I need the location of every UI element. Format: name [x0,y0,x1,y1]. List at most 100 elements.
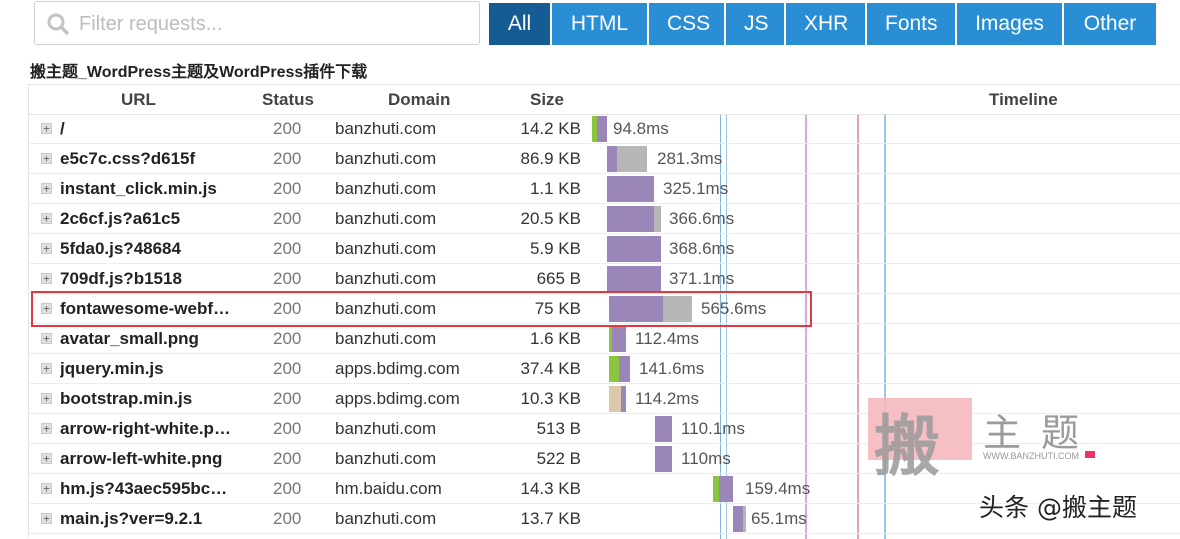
request-size: 1.1 KB [529,179,581,198]
request-domain: banzhuti.com [335,329,437,348]
timeline-bar-recv [607,236,661,262]
timeline-bar-recv [607,266,661,292]
request-row[interactable]: + instant_click.min.js 200 banzhuti.com 1.1 … [29,174,1180,204]
request-size: 86.9 KB [520,149,582,168]
request-duration: 110.1ms [681,419,745,438]
request-size: 14.3 KB [520,479,582,498]
request-status: 200 [273,239,302,258]
expand-plus-icon[interactable]: + [41,183,52,194]
request-row[interactable]: + e5c7c.css?d615f 200 banzhuti.com 86.9 KB 28… [29,144,1180,174]
expand-plus-icon[interactable]: + [41,483,52,494]
column-header-domain[interactable]: Domain [388,90,450,110]
request-duration: 325.1ms [663,179,729,198]
request-status: 200 [273,269,302,288]
request-status: 200 [273,209,302,228]
tab-fonts[interactable]: Fonts [867,3,955,45]
request-size: 10.3 KB [520,389,582,408]
request-domain: apps.bdimg.com [335,359,460,378]
expand-plus-icon[interactable]: + [41,243,52,254]
request-duration: 114.2ms [635,389,699,408]
request-domain: banzhuti.com [335,209,437,228]
tab-all[interactable]: All [489,3,550,45]
request-row[interactable]: +5fda0.js?48684 200 banzhuti.com 5.9 KB 368.… [29,234,1180,264]
timeline-bar-recv [719,476,733,502]
request-status: 200 [273,509,302,528]
request-row[interactable]: + / 200 banzhuti.com 14.2 KB 94.8ms [29,114,1180,144]
request-domain: banzhuti.com [335,179,437,198]
tab-xhr[interactable]: XHR [786,3,865,45]
expand-plus-icon[interactable]: + [41,453,52,464]
request-url: instant_click.min.js [60,179,217,198]
request-domain: apps.bdimg.com [335,389,460,408]
column-header-size[interactable]: Size [530,90,564,110]
expand-plus-icon[interactable]: + [41,423,52,434]
request-duration: 159.4ms [745,479,811,498]
request-status: 200 [273,449,302,468]
request-duration: 65.1ms [751,509,807,528]
request-duration: 366.6ms [669,209,735,228]
request-size: 522 B [536,449,581,468]
timeline-bar-recv [655,446,672,472]
request-domain: banzhuti.com [335,419,437,438]
timeline-bar-recv [655,416,672,442]
request-status: 200 [273,389,302,408]
watermark-text: 主题 [983,411,1100,455]
watermark-dot [1085,451,1095,458]
tab-images[interactable]: Images [957,3,1062,45]
request-status: 200 [273,149,302,168]
timeline-bar-wait [743,506,746,532]
request-domain: banzhuti.com [335,239,437,258]
request-duration: 141.6ms [639,359,705,378]
request-url: jquery.min.js [60,359,164,378]
tab-other[interactable]: Other [1064,3,1156,45]
column-header-timeline[interactable]: Timeline [989,90,1058,110]
timeline-bar-tan [609,386,621,412]
timeline-bar-recv [621,386,626,412]
timeline-bar-wait [654,206,661,232]
request-url: 2c6cf.js?a61c5 [60,209,181,228]
request-duration: 112.4ms [635,329,699,348]
request-row[interactable]: +709df.js?b1518 200 banzhuti.com 665 B 371.1… [29,264,1180,294]
expand-plus-icon[interactable]: + [41,513,52,524]
request-url: avatar_small.png [60,329,199,348]
expand-plus-icon[interactable]: + [41,333,52,344]
timeline-bar-wait [617,146,647,172]
timeline-bar-recv [607,206,654,232]
expand-plus-icon[interactable]: + [41,273,52,284]
timeline-bar-recv [607,146,617,172]
request-duration: 281.3ms [657,149,723,168]
request-domain: banzhuti.com [335,509,437,528]
expand-plus-icon[interactable]: + [41,123,52,134]
expand-plus-icon[interactable]: + [41,153,52,164]
expand-plus-icon[interactable]: + [41,363,52,374]
request-row[interactable]: + jquery.min.js 200 apps.bdimg.com 37.4 KB 14… [29,354,1180,384]
request-row[interactable]: +2c6cf.js?a61c5 200 banzhuti.com 20.5 KB 366… [29,204,1180,234]
type-filter-tabs: All HTML CSS JS XHR Fonts Images Other [489,3,1158,45]
request-url: e5c7c.css?d615f [60,149,196,168]
request-duration: 110ms [681,449,731,468]
request-row[interactable]: + avatar_small.png 200 banzhuti.com 1.6 KB 11… [29,324,1180,354]
request-status: 200 [273,359,302,378]
page-title: 搬主题_WordPress主题及WordPress插件下载 [30,64,368,81]
column-header-url[interactable]: URL [121,90,156,110]
request-domain: hm.baidu.com [335,479,442,498]
request-size: 665 B [536,269,581,288]
filter-search-box[interactable] [34,1,480,45]
request-domain: banzhuti.com [335,269,437,288]
tab-css[interactable]: CSS [649,3,724,45]
expand-plus-icon[interactable]: + [41,213,52,224]
request-url: arrow-right-white.p… [60,419,231,438]
expand-plus-icon[interactable]: + [41,393,52,404]
filter-requests-input[interactable] [77,8,471,40]
timeline-bar-recv [619,356,630,382]
request-url: / [60,119,65,138]
request-domain: banzhuti.com [335,449,437,468]
timeline-bar-green [609,356,619,382]
tab-js[interactable]: JS [726,3,784,45]
timeline-bar-recv [733,506,743,532]
request-size: 5.9 KB [529,239,581,258]
request-status: 200 [273,179,302,198]
request-status: 200 [273,479,302,498]
tab-html[interactable]: HTML [552,3,647,45]
column-header-status[interactable]: Status [262,90,314,110]
